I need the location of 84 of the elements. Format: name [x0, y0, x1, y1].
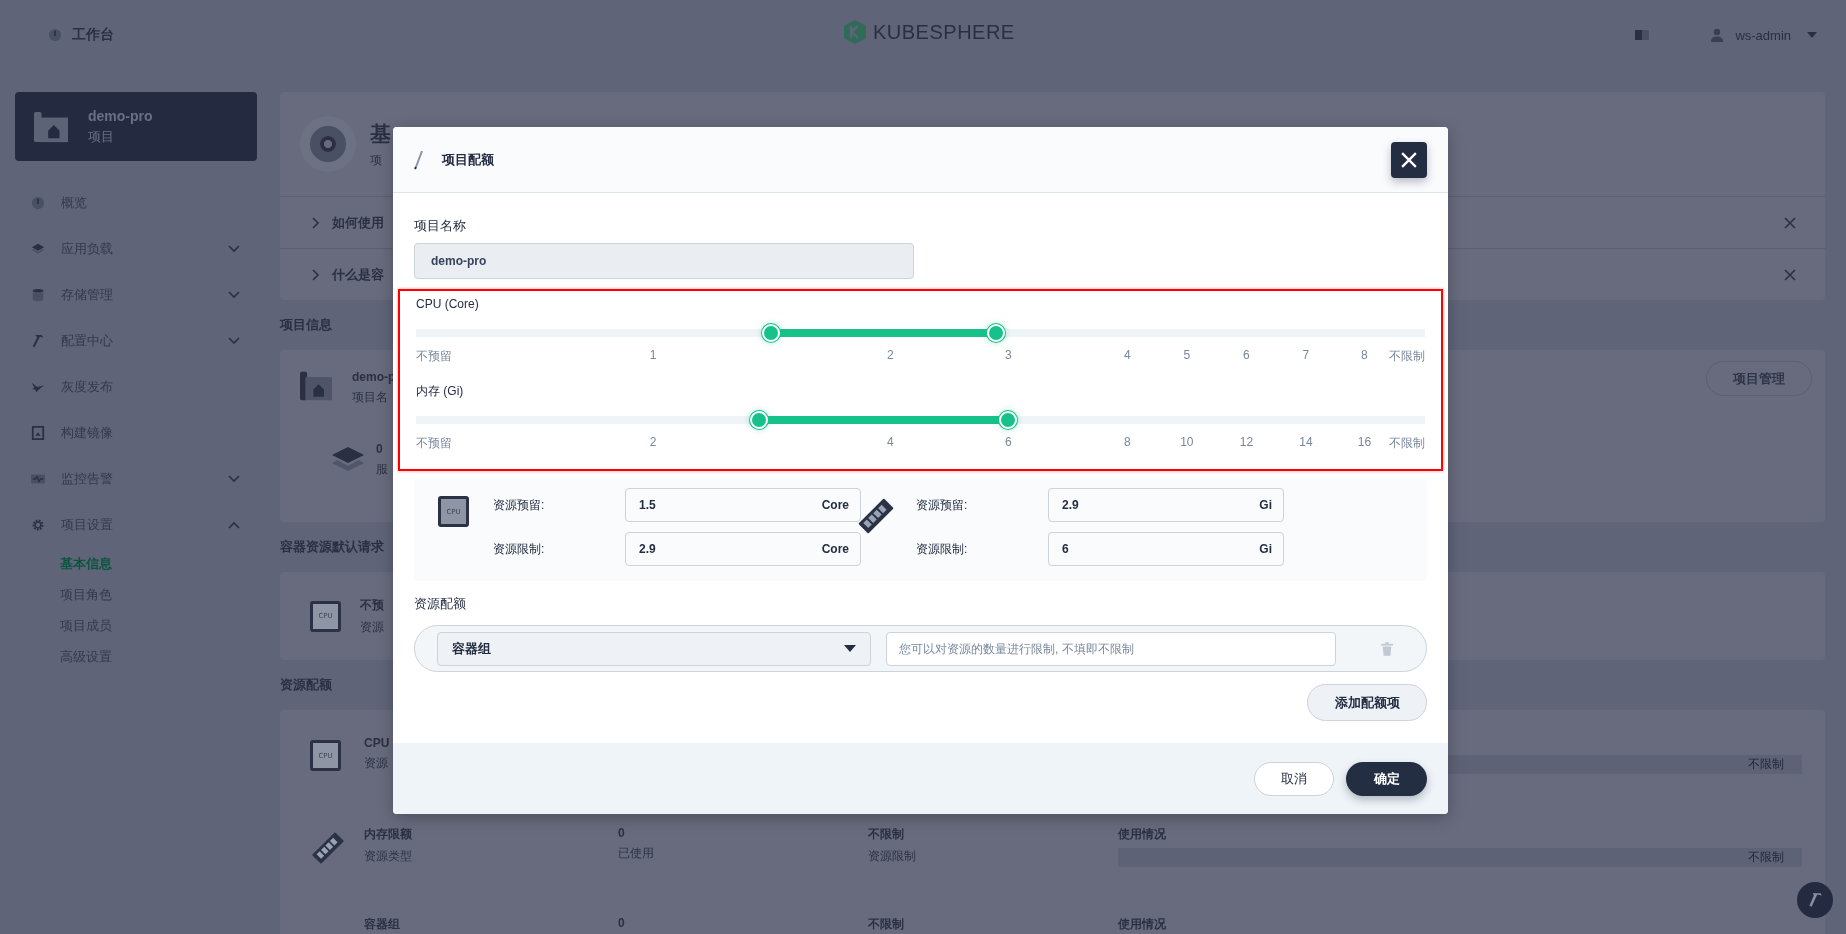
tick-label: 14	[1299, 435, 1313, 449]
tick-label: 4	[886, 435, 894, 449]
slider-handle[interactable]	[999, 411, 1018, 429]
dialog-title: 项目配额	[442, 150, 494, 169]
tick-label: 不限制	[1389, 435, 1425, 452]
quota-used: 0	[618, 826, 626, 840]
resource-label: 资源预留:	[493, 496, 546, 514]
tick-label: 8	[1361, 348, 1368, 362]
tick-label: 7	[1302, 348, 1310, 362]
gauge-icon	[48, 28, 62, 42]
hammer-icon[interactable]	[1806, 891, 1824, 909]
settings-icon	[31, 518, 45, 532]
trash-icon[interactable]	[1381, 641, 1393, 656]
project-name-field[interactable]: demo-pro	[414, 243, 914, 279]
quota-limit: 不限制	[868, 826, 905, 843]
quota-name: 内存限额	[364, 826, 413, 843]
pulse-icon	[31, 472, 45, 486]
tick-label: 5	[1183, 348, 1191, 362]
quota-name: CPU	[364, 736, 391, 750]
project-folder-icon	[300, 370, 332, 402]
pencil-icon	[414, 149, 424, 170]
user-icon	[1711, 28, 1724, 42]
tip-title[interactable]: 如何使用	[332, 213, 384, 232]
default-request-value: 不预	[360, 596, 384, 614]
bird-icon	[31, 380, 45, 394]
project-manage-button[interactable]: 项目管理	[1706, 361, 1812, 396]
slider-handle[interactable]	[987, 324, 1006, 342]
usage-heading: 使用情况	[1118, 916, 1167, 933]
add-quota-button[interactable]: 添加配额项	[1307, 684, 1427, 721]
caret-icon[interactable]	[844, 645, 856, 652]
cancel-button[interactable]: 取消	[1254, 761, 1334, 796]
resource-type-select[interactable]: 容器组	[437, 631, 871, 666]
tick-label: 16	[1357, 435, 1372, 449]
quota-used: 0	[618, 916, 626, 930]
hammer-icon	[31, 334, 45, 348]
nav-subitem[interactable]: 基本信息	[15, 548, 180, 579]
tick-label: 2	[649, 435, 657, 449]
tick-label: 6	[1004, 435, 1012, 449]
gauge-icon	[31, 196, 45, 210]
image-icon	[31, 426, 45, 440]
page-subtitle: 项	[370, 151, 383, 169]
logo-icon	[843, 19, 867, 45]
chevron-right-icon[interactable]	[312, 268, 320, 281]
slider-handle[interactable]	[762, 324, 781, 342]
tick-label: 4	[1124, 348, 1131, 362]
field-label: 项目名称	[414, 217, 466, 235]
panel-toggle-icon[interactable]	[1635, 30, 1650, 40]
database-icon	[31, 288, 45, 302]
resource-input[interactable]: 2.9 Core	[625, 532, 861, 566]
tick-label: 8	[1124, 435, 1131, 449]
project-card[interactable]: demo-pro 项目	[15, 92, 257, 161]
quota-input[interactable]: 您可以对资源的数量进行限制, 不填即不限制	[886, 631, 1336, 666]
tick-label: 10	[1180, 435, 1194, 449]
tick-label: 不预留	[416, 435, 452, 452]
resource-label: 资源预留:	[916, 496, 969, 514]
resource-label: 资源限制:	[916, 540, 969, 558]
slider-handle[interactable]	[750, 411, 769, 429]
slider-label: CPU (Core)	[416, 297, 479, 311]
usage-heading: 使用情况	[1118, 826, 1167, 843]
tick-label: 不限制	[1389, 348, 1425, 365]
quota-name: 容器组	[364, 916, 401, 933]
field-label: 资源配额	[414, 595, 466, 613]
resource-input[interactable]: 6 Gi	[1048, 532, 1284, 566]
resource-input[interactable]: 1.5 Core	[625, 488, 861, 522]
tick-label: 不预留	[416, 348, 452, 365]
confirm-button[interactable]: 确定	[1346, 761, 1427, 796]
project-type: 项目	[88, 127, 115, 146]
slider-label: 内存 (Gi)	[416, 384, 464, 398]
resource-label: 资源限制:	[493, 540, 546, 558]
service-count: 0	[376, 442, 384, 456]
project-folder-icon	[34, 109, 68, 144]
quota-limit: 不限制	[868, 916, 905, 933]
chevron-right-icon[interactable]	[312, 216, 320, 229]
resource-input[interactable]: 2.9 Gi	[1048, 488, 1284, 522]
tick-label: 1	[649, 348, 657, 362]
tick-label: 2	[886, 348, 894, 362]
tip-title[interactable]: 什么是容	[332, 265, 384, 284]
tick-label: 6	[1243, 348, 1250, 362]
project-name: demo-pro	[88, 107, 153, 124]
layers-icon	[31, 242, 45, 256]
tick-label: 3	[1004, 348, 1012, 362]
tick-label: 12	[1239, 435, 1254, 449]
close-button[interactable]	[1391, 141, 1427, 178]
page-title: 基	[370, 120, 391, 147]
